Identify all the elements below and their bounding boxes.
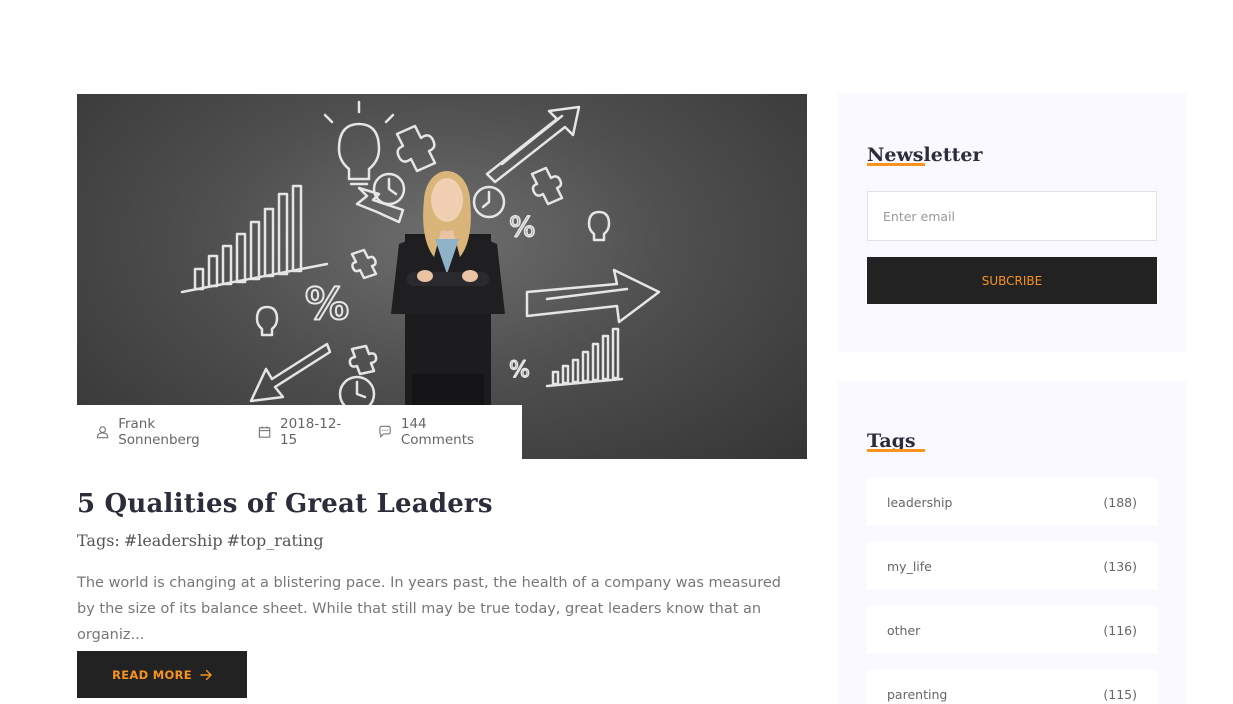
tag-count: (136): [1103, 558, 1137, 574]
tags-title: Tags: [867, 430, 925, 452]
tag-item-other[interactable]: other (116): [867, 606, 1157, 654]
post-tags-prefix: Tags:: [77, 531, 120, 550]
post-author[interactable]: Frank Sonnenberg: [96, 416, 234, 448]
calendar-icon: [258, 426, 271, 438]
post-title[interactable]: 5 Qualities of Great Leaders: [77, 489, 807, 519]
post-author-name: Frank Sonnenberg: [118, 416, 200, 448]
tag-item-parenting[interactable]: parenting (115): [867, 670, 1157, 704]
title-underline: [867, 449, 925, 452]
post-tags: Tags: #leadership #top_rating: [77, 531, 807, 550]
tag-count: (115): [1103, 686, 1137, 702]
read-more-button[interactable]: READ MORE: [77, 651, 247, 698]
newsletter-widget: Newsletter SUBCRIBE: [837, 94, 1187, 352]
title-underline: [867, 163, 925, 166]
user-icon: [96, 426, 109, 439]
tag-list: leadership (188) my_life (136) other (11…: [867, 478, 1157, 704]
tag-item-my-life[interactable]: my_life (136): [867, 542, 1157, 590]
tag-count: (116): [1103, 622, 1137, 638]
comment-icon: [379, 425, 391, 439]
tag-item-leadership[interactable]: leadership (188): [867, 478, 1157, 526]
arrow-right-icon: [200, 669, 212, 680]
svg-text:%: %: [305, 279, 349, 330]
post-featured-image[interactable]: % % % Frank Sonnenberg 2018-12-15 144 Co…: [77, 94, 807, 459]
tags-widget: Tags leadership (188) my_life (136) othe…: [837, 382, 1187, 704]
tag-name: parenting: [887, 686, 948, 702]
post-comments-count: 144 Comments: [400, 416, 475, 448]
tag-name: leadership: [887, 494, 953, 510]
post-date[interactable]: 2018-12-15: [258, 416, 354, 448]
post-date-text: 2018-12-15: [280, 416, 342, 448]
svg-text:%: %: [509, 358, 530, 383]
svg-text:%: %: [509, 210, 536, 243]
post-meta-bar: Frank Sonnenberg 2018-12-15 144 Comments: [77, 405, 522, 459]
read-more-label: READ MORE: [112, 667, 192, 682]
tag-name: other: [887, 622, 921, 638]
post-excerpt: The world is changing at a blistering pa…: [77, 575, 781, 643]
post-tag-link[interactable]: #top_rating: [227, 531, 324, 550]
tag-name: my_life: [887, 558, 932, 574]
blog-post: % % % Frank Sonnenberg 2018-12-15 144 Co…: [77, 94, 807, 698]
post-comments[interactable]: 144 Comments: [378, 416, 498, 448]
email-input[interactable]: [867, 191, 1157, 241]
post-tag-link[interactable]: #leadership: [124, 531, 223, 550]
subscribe-button[interactable]: SUBCRIBE: [867, 257, 1157, 304]
newsletter-title: Newsletter: [867, 144, 982, 166]
tag-count: (188): [1103, 494, 1137, 510]
